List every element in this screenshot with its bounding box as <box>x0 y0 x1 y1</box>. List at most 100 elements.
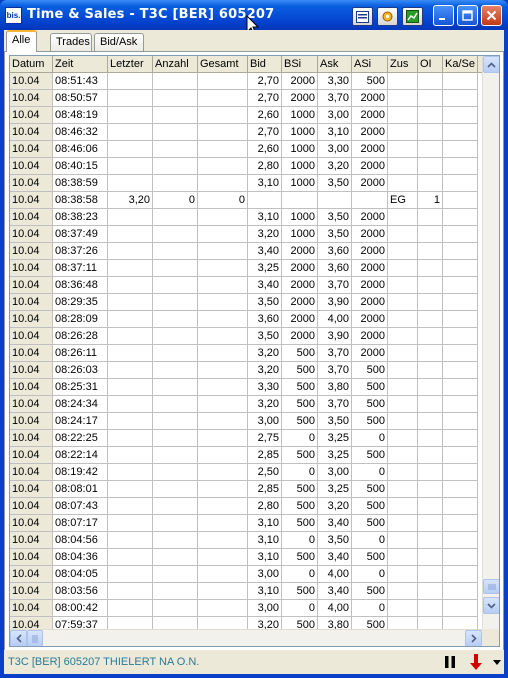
table-row[interactable]: 10.04 08:24:17 3,00 500 3,50 500 <box>10 413 482 430</box>
table-cell <box>198 294 248 311</box>
arrow-down-icon[interactable] <box>469 654 483 670</box>
table-cell <box>388 532 418 549</box>
scroll-up-button[interactable] <box>483 56 499 73</box>
table-cell <box>198 107 248 124</box>
table-cell: 3,40 <box>318 583 352 600</box>
grid-body[interactable]: 10.04 08:51:43 2,70 2000 3,30 500 10.04 08:50:5… <box>10 73 482 631</box>
table-row[interactable]: 10.04 08:04:36 3,10 500 3,40 500 <box>10 549 482 566</box>
column-header[interactable]: Datum <box>10 56 53 73</box>
table-cell: 0 <box>282 566 318 583</box>
tab-trades[interactable]: Trades <box>50 33 92 51</box>
table-cell <box>388 362 418 379</box>
table-row[interactable]: 10.04 08:38:59 3,10 1000 3,50 2000 <box>10 175 482 192</box>
table-row[interactable]: 10.04 08:22:14 2,85 500 3,25 500 <box>10 447 482 464</box>
table-row[interactable]: 10.04 08:51:43 2,70 2000 3,30 500 <box>10 73 482 90</box>
column-header[interactable]: Zus <box>388 56 418 73</box>
title-bar[interactable]: bis. Time & Sales - T3C [BER] 605207 <box>0 0 508 36</box>
table-row[interactable]: 10.04 08:50:57 2,70 2000 3,70 2000 <box>10 90 482 107</box>
table-row[interactable]: 10.04 08:36:48 3,40 2000 3,70 2000 <box>10 277 482 294</box>
table-cell: 3,10 <box>248 515 282 532</box>
column-header[interactable]: BSi <box>282 56 318 73</box>
minimize-button[interactable] <box>433 5 454 26</box>
column-header[interactable]: Ask <box>318 56 352 73</box>
table-row[interactable]: 10.04 08:28:09 3,60 2000 4,00 2000 <box>10 311 482 328</box>
chart-button[interactable] <box>402 7 423 26</box>
pause-icon[interactable] <box>444 656 456 668</box>
table-cell: 10.04 <box>10 379 53 396</box>
table-row[interactable]: 10.04 08:26:28 3,50 2000 3,90 2000 <box>10 328 482 345</box>
column-header[interactable]: ASi <box>352 56 388 73</box>
table-row[interactable]: 10.04 08:46:06 2,60 1000 3,00 2000 <box>10 141 482 158</box>
table-row[interactable]: 10.04 08:37:11 3,25 2000 3,60 2000 <box>10 260 482 277</box>
table-row[interactable]: 10.04 08:07:43 2,80 500 3,20 500 <box>10 498 482 515</box>
table-row[interactable]: 10.04 08:03:56 3,10 500 3,40 500 <box>10 583 482 600</box>
time-sales-grid[interactable]: Datum Zeit Letzter Anzahl Gesamt Bid BSi Ask ASi… <box>9 55 500 647</box>
table-cell: 0 <box>282 600 318 617</box>
table-cell: 3,20 <box>248 362 282 379</box>
table-cell: 08:40:15 <box>53 158 108 175</box>
table-cell <box>388 481 418 498</box>
table-row[interactable]: 10.04 08:26:03 3,20 500 3,70 500 <box>10 362 482 379</box>
table-cell: 3,10 <box>248 209 282 226</box>
table-row[interactable]: 10.04 08:25:31 3,30 500 3,80 500 <box>10 379 482 396</box>
column-header[interactable]: Gesamt <box>198 56 248 73</box>
table-row[interactable]: 10.04 08:38:58 3,20 0 0 EG 1 <box>10 192 482 209</box>
table-cell <box>418 600 443 617</box>
table-row[interactable]: 10.04 08:19:42 2,50 0 3,00 0 <box>10 464 482 481</box>
close-button[interactable] <box>481 5 502 26</box>
table-cell: 3,40 <box>248 277 282 294</box>
column-header[interactable]: Zeit <box>53 56 108 73</box>
table-cell: 08:03:56 <box>53 583 108 600</box>
table-row[interactable]: 10.04 08:00:42 3,00 0 4,00 0 <box>10 600 482 617</box>
table-cell <box>153 90 198 107</box>
maximize-button[interactable] <box>457 5 478 26</box>
table-cell <box>418 515 443 532</box>
settings-button[interactable] <box>377 7 398 26</box>
table-cell <box>108 566 153 583</box>
table-cell: 3,10 <box>248 175 282 192</box>
app-icon[interactable]: bis. <box>5 7 22 24</box>
table-cell: 10.04 <box>10 600 53 617</box>
table-cell <box>153 311 198 328</box>
scroll-left-button[interactable] <box>10 630 27 646</box>
horizontal-scrollbar[interactable] <box>10 629 482 646</box>
table-row[interactable]: 10.04 08:46:32 2,70 1000 3,10 2000 <box>10 124 482 141</box>
table-cell: 3,50 <box>318 209 352 226</box>
scroll-thumb[interactable] <box>483 579 499 594</box>
table-row[interactable]: 10.04 08:04:56 3,10 0 3,50 0 <box>10 532 482 549</box>
table-row[interactable]: 10.04 08:26:11 3,20 500 3,70 2000 <box>10 345 482 362</box>
column-header[interactable]: OI <box>418 56 443 73</box>
tab-bid-ask[interactable]: Bid/Ask <box>94 33 144 51</box>
tab-alle[interactable]: Alle <box>6 30 37 52</box>
table-row[interactable]: 10.04 08:22:25 2,75 0 3,25 0 <box>10 430 482 447</box>
properties-button[interactable] <box>352 7 373 26</box>
scroll-right-button[interactable] <box>465 630 482 646</box>
table-cell: 3,00 <box>248 566 282 583</box>
table-row[interactable]: 10.04 08:40:15 2,80 1000 3,20 2000 <box>10 158 482 175</box>
table-row[interactable]: 10.04 08:08:01 2,85 500 3,25 500 <box>10 481 482 498</box>
column-header[interactable]: Anzahl <box>153 56 198 73</box>
table-row[interactable]: 10.04 08:37:49 3,20 1000 3,50 2000 <box>10 226 482 243</box>
table-cell: 0 <box>198 192 248 209</box>
column-header[interactable]: Bid <box>248 56 282 73</box>
table-cell: 500 <box>352 362 388 379</box>
table-cell <box>418 498 443 515</box>
table-row[interactable]: 10.04 08:24:34 3,20 500 3,70 500 <box>10 396 482 413</box>
table-cell <box>443 430 478 447</box>
dropdown-arrow-icon[interactable] <box>493 660 501 665</box>
table-row[interactable]: 10.04 08:37:26 3,40 2000 3,60 2000 <box>10 243 482 260</box>
table-row[interactable]: 10.04 08:38:23 3,10 1000 3,50 2000 <box>10 209 482 226</box>
table-cell <box>198 277 248 294</box>
hscroll-thumb[interactable] <box>27 630 43 646</box>
vertical-scrollbar[interactable] <box>482 56 499 631</box>
table-cell <box>352 192 388 209</box>
table-cell: 10.04 <box>10 311 53 328</box>
table-row[interactable]: 10.04 08:29:35 3,50 2000 3,90 2000 <box>10 294 482 311</box>
column-header[interactable]: Ka/Se <box>443 56 478 73</box>
table-row[interactable]: 10.04 08:07:17 3,10 500 3,40 500 <box>10 515 482 532</box>
scroll-down-button[interactable] <box>483 597 499 614</box>
table-cell: 08:04:36 <box>53 549 108 566</box>
column-header[interactable]: Letzter <box>108 56 153 73</box>
table-row[interactable]: 10.04 08:48:19 2,60 1000 3,00 2000 <box>10 107 482 124</box>
table-row[interactable]: 10.04 08:04:05 3,00 0 4,00 0 <box>10 566 482 583</box>
